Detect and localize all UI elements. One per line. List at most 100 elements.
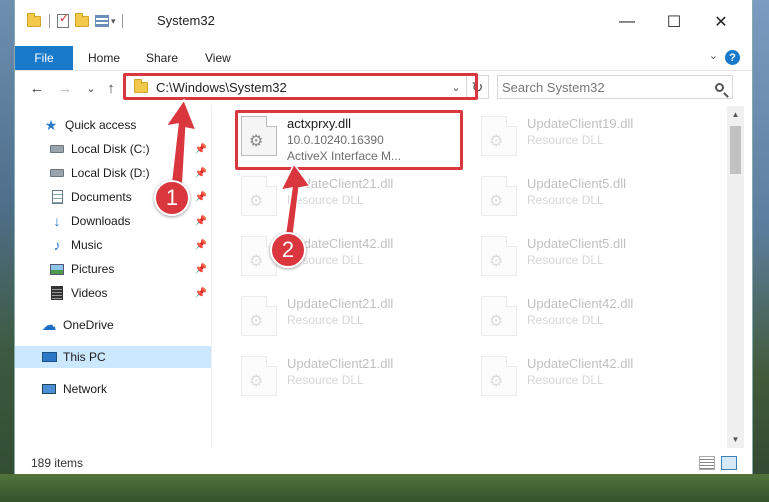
file-tile[interactable]: ⚙ UpdateClient5.dll Resource DLL [477, 230, 705, 288]
pane-divider[interactable] [211, 106, 212, 448]
pin-icon[interactable]: 📌 [195, 168, 207, 179]
videos-icon-wrapper [49, 286, 65, 300]
pin-icon[interactable]: 📌 [195, 240, 207, 251]
file-tile[interactable]: ⚙ UpdateClient42.dll Resource DLL [477, 290, 705, 348]
file-details: UpdateClient42.dll Resource DLL [527, 290, 633, 328]
file-details: UpdateClient21.dll Resource DLL [287, 290, 393, 328]
gear-icon: ⚙ [249, 313, 264, 330]
dll-file-icon: ⚙ [241, 356, 277, 396]
file-name: UpdateClient42.dll [527, 296, 634, 311]
pin-icon[interactable]: 📌 [195, 144, 207, 155]
file-tile[interactable]: ⚙ UpdateClient42.dll Resource DLL [477, 350, 705, 408]
file-tile[interactable]: ⚙ UpdateClient21.dll Resource DLL [237, 290, 465, 348]
step-badge-1: 1 [154, 180, 190, 216]
ribbon-collapse-icon[interactable]: ⌄ [709, 49, 718, 62]
forward-button[interactable]: → [55, 78, 75, 98]
pictures-icon-wrapper [49, 262, 65, 276]
properties-check-icon[interactable] [57, 11, 69, 28]
dll-file-icon: ⚙ [481, 116, 517, 156]
sidebar-item-label: Local Disk (C:) [71, 142, 150, 156]
quick-access-toolbar: ▾ [27, 11, 130, 28]
gear-icon: ⚙ [249, 193, 264, 210]
back-button[interactable]: ← [27, 78, 47, 98]
dll-file-icon: ⚙ [481, 296, 517, 336]
file-name: UpdateClient21.dll [287, 296, 394, 311]
maximize-button[interactable]: ☐ [651, 8, 697, 36]
properties-icon[interactable] [95, 15, 109, 27]
sidebar-item-label: OneDrive [63, 318, 114, 332]
sidebar-item-this-pc[interactable]: This PC [15, 346, 211, 368]
status-bar: 189 items [15, 448, 752, 474]
scrollbar-thumb[interactable] [730, 126, 741, 174]
dll-file-icon: ⚙ [481, 236, 517, 276]
file-details: UpdateClient19.dll Resource DLL [527, 110, 633, 148]
drive-icon [50, 145, 64, 153]
dll-file-icon: ⚙ [241, 176, 277, 216]
file-details: UpdateClient5.dll Resource DLL [527, 230, 626, 268]
vertical-scrollbar[interactable]: ▲ ▼ [727, 106, 744, 448]
file-type: Resource DLL [527, 313, 604, 327]
pin-icon[interactable]: 📌 [195, 288, 207, 299]
quick-access-dropdown-icon[interactable]: ▾ [111, 16, 116, 27]
sidebar-item-onedrive[interactable]: ☁ OneDrive [15, 314, 211, 336]
file-name: UpdateClient5.dll [527, 236, 627, 251]
new-folder-icon[interactable] [75, 12, 89, 27]
sidebar-item-label: This PC [63, 350, 106, 364]
minimize-button[interactable]: — [604, 8, 650, 36]
file-tile[interactable]: ⚙ UpdateClient21.dll Resource DLL [237, 170, 465, 228]
scroll-down-icon[interactable]: ▼ [727, 431, 744, 448]
sidebar-item-local-disk-c[interactable]: Local Disk (C:) 📌 [15, 138, 211, 160]
file-tile[interactable]: ⚙ UpdateClient19.dll Resource DLL [477, 110, 705, 168]
tab-share[interactable]: Share [146, 46, 178, 70]
pin-icon[interactable]: 📌 [195, 264, 207, 275]
toolbar-separator [121, 14, 123, 28]
drive-icon-wrapper [49, 166, 65, 180]
onedrive-icon: ☁ [41, 317, 57, 334]
help-button[interactable]: ? [725, 50, 740, 65]
file-highlight [235, 110, 463, 170]
dll-file-icon: ⚙ [481, 356, 517, 396]
sidebar-item-network[interactable]: Network [15, 378, 211, 400]
pc-icon [41, 352, 57, 362]
sidebar-item-label: Downloads [71, 214, 131, 228]
file-name: UpdateClient19.dll [527, 116, 634, 131]
up-button[interactable]: ↑ [101, 78, 121, 98]
tiles-view-button[interactable] [721, 456, 737, 470]
sidebar-item-local-disk-d[interactable]: Local Disk (D:) 📌 [15, 162, 211, 184]
gear-icon: ⚙ [489, 133, 504, 150]
sidebar-item-label: Quick access [65, 118, 137, 132]
tab-view[interactable]: View [205, 46, 231, 70]
search-icon[interactable] [715, 82, 724, 92]
sidebar-item-videos[interactable]: Videos 📌 [15, 282, 211, 304]
file-tile[interactable]: ⚙ UpdateClient42.dll Resource DLL [237, 230, 465, 288]
address-bar-highlight [123, 73, 478, 100]
file-name: UpdateClient21.dll [287, 356, 394, 371]
details-view-button[interactable] [699, 456, 715, 470]
pin-icon[interactable]: 📌 [195, 216, 207, 227]
sidebar-item-label: Network [63, 382, 108, 396]
videos-icon [51, 286, 63, 300]
close-button[interactable]: ✕ [698, 8, 744, 36]
pin-icon[interactable]: 📌 [195, 192, 207, 203]
recent-locations-button[interactable]: ⌄ [81, 78, 101, 98]
tab-file[interactable]: File [15, 46, 73, 70]
sidebar-item-pictures[interactable]: Pictures 📌 [15, 258, 211, 280]
sidebar-item-music[interactable]: ♪ Music 📌 [15, 234, 211, 256]
item-count: 189 items [31, 456, 84, 470]
documents-icon [51, 190, 63, 204]
dll-file-icon: ⚙ [241, 296, 277, 336]
sidebar-item-quick-access[interactable]: ★ Quick access [15, 114, 211, 136]
file-tile[interactable]: ⚙ UpdateClient5.dll Resource DLL [477, 170, 705, 228]
pictures-icon [50, 263, 64, 275]
file-tile[interactable]: ⚙ UpdateClient21.dll Resource DLL [237, 350, 465, 408]
tab-home[interactable]: Home [88, 46, 120, 70]
title-bar: ▾ System32 — ☐ ✕ [15, 0, 752, 44]
folder-icon[interactable] [27, 12, 41, 27]
desktop-background-left [0, 0, 14, 502]
sidebar-item-downloads[interactable]: ↓ Downloads 📌 [15, 210, 211, 232]
ribbon: File Home Share View ⌄ ? [15, 44, 752, 71]
search-box[interactable] [497, 75, 733, 99]
sidebar-item-label: Videos [71, 286, 108, 300]
search-input[interactable] [500, 79, 692, 95]
scroll-up-icon[interactable]: ▲ [727, 106, 744, 123]
